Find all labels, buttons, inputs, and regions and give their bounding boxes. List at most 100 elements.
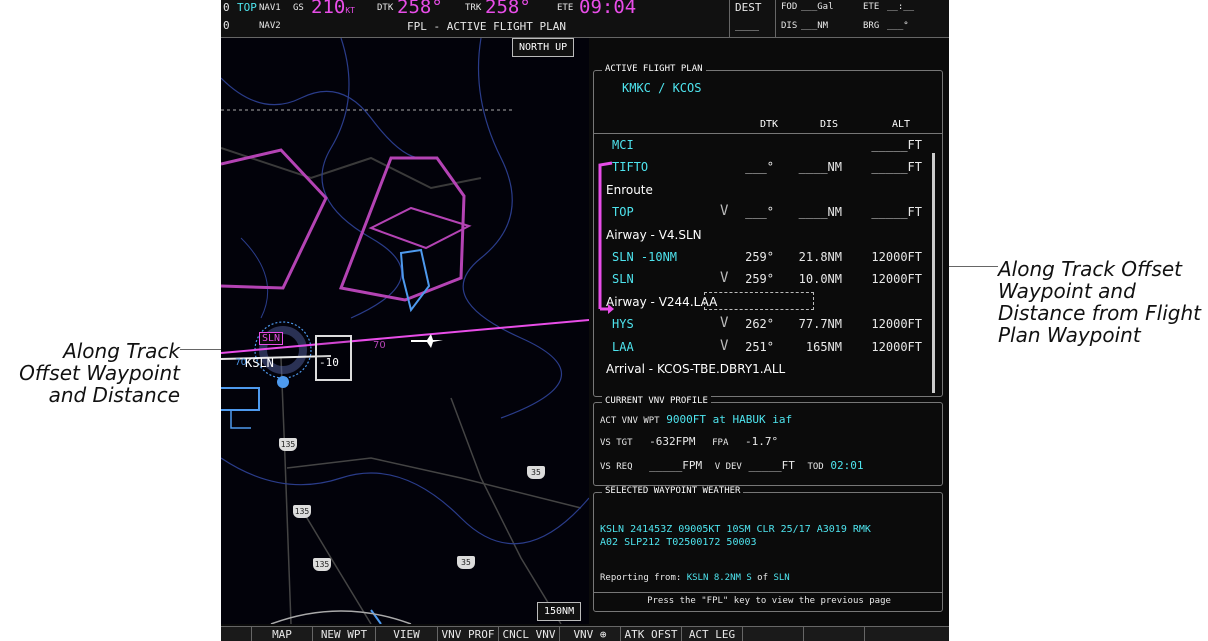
softkey-view[interactable]: VIEW [376,627,438,641]
softkey-vnv-prof[interactable]: VNV PROF [438,627,499,641]
reporting-of: of [757,573,769,583]
vdev-value: _____FT [748,459,795,472]
highway-shield: 135 [279,438,297,451]
map-range[interactable]: 150NM [537,602,582,621]
active-leg-arrow [598,161,614,314]
mfd-screen: 0 TOP NAV1 GS 210KT DTK 258° TRK 258° ET… [221,0,949,641]
reporting-label: Reporting from: [600,573,682,583]
waypoint-distance: ____NM [798,205,842,220]
to-waypoint: TOP [237,1,257,14]
softkey-map[interactable]: MAP [252,627,313,641]
dis-value: ___NM [801,21,829,31]
waypoint-selection-cursor [704,292,814,310]
flight-plan-waypoint-row[interactable]: SLN V 259° 10.0NM 12000FT [594,269,934,291]
tod-label: TOD [807,462,824,472]
weather-title: SELECTED WAYPOINT WEATHER [602,486,744,496]
softkey-new-wpt[interactable]: NEW WPT [313,627,376,641]
flight-plan-waypoint-row[interactable]: MCI _____FT [594,135,934,157]
moving-map[interactable]: NORTH UP SLN KSLN -10 70 70 135 35 135 1… [221,38,589,624]
flight-plan-scrollbar[interactable] [932,153,935,393]
status-message: Press the "FPL" key to view the previous… [647,596,891,606]
trk-number: 258° [485,0,531,18]
flight-plan-section-header[interactable]: Airway - V4.SLN [594,225,934,247]
along-track-offset-distance: -10 [319,356,339,369]
fod-label: FOD [781,2,798,12]
softkey-bar: MAP NEW WPT VIEW VNV PROF CNCL VNV VNV ⊕… [221,626,949,641]
fod-value: ___Gal [801,2,834,12]
trk-label: TRK [465,3,482,13]
waypoint-dtk: ___° [745,160,774,175]
softkey-cncl-vnv[interactable]: CNCL VNV [499,627,560,641]
brg-label: BRG [863,21,880,31]
vnav-indicator: V [720,315,729,332]
waypoint-name: MCI [612,138,634,152]
fpa-value: -1.7° [745,435,779,448]
vdev-label: V DEV [714,462,742,472]
flight-plan-section-header[interactable]: Arrival - KCOS-TBE.DBRY1.ALL [594,359,934,381]
waypoint-altitude: 12000FT [871,317,922,332]
gs-unit: KT [345,6,355,15]
header-divider [594,133,942,134]
flight-plan-waypoint-row[interactable]: HYS V 262° 77.7NM 12000FT [594,314,934,336]
dest-value: ____ [735,20,760,31]
highway-shield: 135 [313,558,331,571]
waypoint-altitude: 12000FT [871,250,922,264]
reporting-line: Reporting from: KSLN 8.2NM S of SLN [600,573,790,583]
flight-plan-waypoint-row[interactable]: TIFTO ___° ____NM _____FT [594,157,934,179]
ete2-label: ETE [863,2,880,12]
waypoint-altitude: 12000FT [871,339,922,354]
ete2-value: __:__ [887,2,915,12]
highway-shield: 35 [527,466,545,479]
dis-label: DIS [781,21,798,31]
nav2-label: NAV2 [259,21,281,31]
airport-label-ksln: KSLN [245,356,274,370]
waypoint-dtk: 251° [745,339,774,354]
topbar-divider [775,0,776,37]
nav1-label: NAV1 [259,3,281,13]
ground-speed-value: 210KT [311,0,355,18]
waypoint-distance: 10.0NM [798,272,842,287]
softkey-act-leg[interactable]: ACT LEG [682,627,743,641]
dest-label: DEST [735,1,762,14]
vs-tgt-value: -632FPM [649,435,696,448]
waypoint-altitude: _____FT [871,160,922,175]
ete-label: ETE [557,3,574,13]
ete-value: 09:04 [579,0,636,18]
weather-divider [594,592,942,593]
flight-plan-waypoint-row[interactable]: SLN -10NM 259° 21.8NM 12000FT [594,247,934,269]
column-alt: ALT [892,119,911,130]
dtk-value: 258° [397,0,443,18]
column-dis: DIS [820,119,839,130]
airway-label-small: 70 [235,358,247,368]
waypoint-distance: 21.8NM [798,250,842,264]
softkey-atk-ofst[interactable]: ATK OFST [621,627,682,641]
topbar-fragment-2: 0 [223,19,230,32]
waypoint-distance: 165NM [805,339,842,354]
flight-plan-section-header[interactable]: Enroute [594,180,934,202]
softkey-vnv-direct[interactable]: VNV ⊕ [560,627,621,641]
softkey-blank [743,627,804,641]
topbar-fragment-1: 0 [223,1,230,14]
vs-tgt-line: VS TGT -632FPM FPA -1.7° [600,435,778,448]
flight-plan-waypoint-row[interactable]: TOP V ___° ____NM _____FT [594,202,934,224]
flight-plan-waypoint-row[interactable]: LAA V 251° 165NM 12000FT [594,337,934,359]
reporting-direction: S [746,573,752,583]
topbar-divider [729,0,730,37]
reporting-distance: 8.2NM [713,573,741,583]
reporting-waypoint: SLN [773,573,790,583]
flight-plan-route: KMKC / KCOS [622,81,702,95]
flight-plan-panel: ACTIVE FLIGHT PLAN KMKC / KCOS DTK DIS A… [593,62,943,627]
vs-tgt-label: VS TGT [600,438,633,448]
waypoint-altitude: _____FT [871,138,922,152]
highway-shield: 135 [293,505,311,518]
fpa-label: FPA [712,438,729,448]
act-vnv-label: ACT VNV WPT [600,416,660,426]
map-orientation[interactable]: NORTH UP [512,38,575,57]
dtk-label: DTK [377,3,394,13]
airport-tag-sln: SLN [259,332,284,345]
waypoint-dtk: 259° [745,272,774,287]
ete-number: 09:04 [579,0,637,18]
waypoint-altitude: 12000FT [871,272,922,287]
vs-req-value: _____FPM [649,459,703,472]
softkey-blank [804,627,865,641]
